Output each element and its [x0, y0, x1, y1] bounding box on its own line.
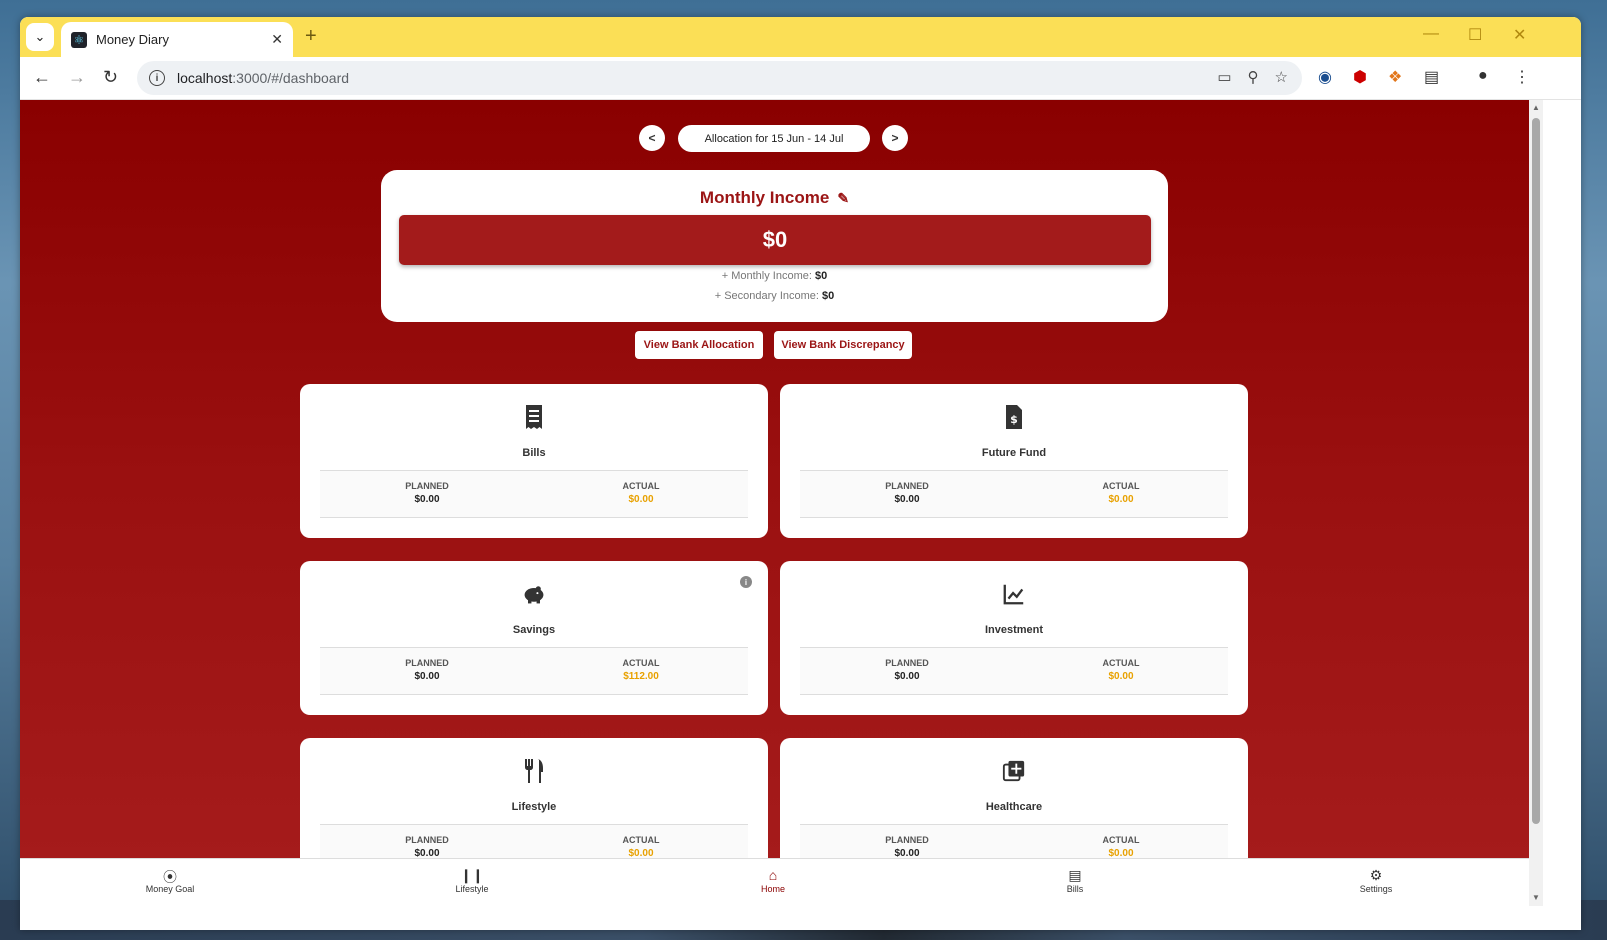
- planned-stat: PLANNED $0.00: [885, 835, 929, 858]
- zoom-icon[interactable]: ⚲: [1248, 68, 1259, 86]
- tab-search-button[interactable]: ⌄: [26, 23, 54, 51]
- category-name: Bills: [522, 447, 546, 459]
- income-title: Monthly Income ✎: [699, 188, 850, 207]
- browser-window: ⌄ ⚛ Money Diary ✕ + — ☐ ✕ ← → ↻ i localh…: [20, 17, 1581, 930]
- planned-stat: PLANNED $0.00: [885, 658, 929, 682]
- piggy-bank-icon: [300, 581, 768, 614]
- actual-stat: ACTUAL $0.00: [622, 835, 660, 858]
- svg-text:$: $: [1010, 413, 1018, 426]
- planned-stat: PLANNED $0.00: [405, 481, 449, 505]
- actual-stat: ACTUAL $112.00: [622, 658, 660, 682]
- scroll-down-icon[interactable]: ▼: [1532, 893, 1540, 902]
- react-favicon-icon: ⚛: [71, 31, 87, 48]
- close-icon[interactable]: ✕: [271, 31, 283, 48]
- category-card-lifestyle[interactable]: Lifestyle PLANNED $0.00 ACTUAL $0.00: [300, 738, 768, 858]
- category-card-bills[interactable]: Bills PLANNED $0.00 ACTUAL $0.00: [300, 384, 768, 538]
- monthly-income-line: + Monthly Income: $0: [721, 270, 828, 282]
- scroll-up-icon[interactable]: ▲: [1532, 103, 1540, 112]
- forward-arrow-icon[interactable]: →: [68, 67, 86, 88]
- reload-icon[interactable]: ↻: [103, 67, 118, 88]
- category-stats: PLANNED $0.00 ACTUAL $0.00: [800, 647, 1228, 695]
- category-stats: PLANNED $0.00 ACTUAL $0.00: [320, 824, 748, 858]
- planned-stat: PLANNED $0.00: [885, 481, 929, 505]
- actual-stat: ACTUAL $0.00: [1102, 481, 1140, 505]
- home-icon: ⌂: [768, 867, 778, 883]
- page-scrollbar[interactable]: ▲ ▼: [1529, 100, 1543, 906]
- url-text: localhost:3000/#/dashboard: [177, 70, 350, 86]
- view-bank-discrepancy-button[interactable]: View Bank Discrepancy: [774, 331, 912, 359]
- extensions-puzzle-icon[interactable]: ▤: [1424, 67, 1439, 87]
- period-label: Allocation for 15 Jun - 14 Jul: [678, 125, 870, 152]
- address-bar[interactable]: i localhost:3000/#/dashboard ▭ ⚲ ☆: [137, 61, 1302, 95]
- chart-line-icon: [780, 581, 1248, 614]
- category-name: Healthcare: [985, 801, 1043, 813]
- profile-avatar-icon[interactable]: ●: [1478, 67, 1488, 85]
- tab-title: Money Diary: [96, 32, 169, 47]
- dashboard-page: < Allocation for 15 Jun - 14 Jul > Month…: [20, 100, 1529, 858]
- grammarly-extension-icon[interactable]: ◉: [1318, 67, 1332, 87]
- omnibox-actions: ▭ ⚲ ☆: [1217, 68, 1288, 86]
- scroll-thumb[interactable]: [1532, 118, 1540, 824]
- category-card-investment[interactable]: Investment PLANNED $0.00 ACTUAL $0.00: [780, 561, 1248, 715]
- category-stats: PLANNED $0.00 ACTUAL $0.00: [320, 470, 748, 518]
- browser-toolbar: ← → ↻ i localhost:3000/#/dashboard ▭ ⚲ ☆…: [20, 57, 1581, 100]
- metamask-extension-icon[interactable]: ❖: [1388, 67, 1402, 87]
- minimize-icon[interactable]: —: [1423, 25, 1439, 43]
- install-app-icon[interactable]: ▭: [1217, 68, 1231, 86]
- nav-bills[interactable]: ▤ Bills: [1015, 867, 1135, 894]
- kebab-menu-icon[interactable]: ⋮: [1514, 67, 1530, 87]
- category-stats: PLANNED $0.00 ACTUAL $0.00: [800, 824, 1228, 858]
- tab-strip: ⌄ ⚛ Money Diary ✕ + — ☐ ✕: [20, 17, 1581, 57]
- site-info-icon[interactable]: i: [149, 70, 165, 86]
- monthly-income-card: Monthly Income ✎ $0 + Monthly Income: $0 …: [381, 170, 1168, 322]
- category-stats: PLANNED $0.00 ACTUAL $112.00: [320, 647, 748, 695]
- close-window-icon[interactable]: ✕: [1513, 25, 1526, 45]
- receipt-icon: [300, 404, 768, 437]
- nav-lifestyle[interactable]: ❙❙ Lifestyle: [412, 867, 532, 894]
- chevron-down-icon: ⌄: [34, 29, 46, 44]
- back-arrow-icon[interactable]: ←: [33, 67, 51, 88]
- planned-stat: PLANNED $0.00: [405, 835, 449, 858]
- file-invoice-dollar-icon: $: [780, 404, 1248, 437]
- medical-plus-icon: [780, 758, 1248, 791]
- category-card-healthcare[interactable]: Healthcare PLANNED $0.00 ACTUAL $0.00: [780, 738, 1248, 858]
- income-total: $0: [399, 215, 1151, 265]
- star-bookmark-icon[interactable]: ☆: [1275, 68, 1288, 86]
- category-card-savings[interactable]: i Savings PLANNED $0.00 ACTUAL $112.00: [300, 561, 768, 715]
- nav-settings[interactable]: ⚙ Settings: [1316, 867, 1436, 894]
- maximize-icon[interactable]: ☐: [1468, 25, 1482, 45]
- category-name: Lifestyle: [511, 801, 557, 813]
- secondary-income-line: + Secondary Income: $0: [714, 290, 835, 302]
- tab-money-diary[interactable]: ⚛ Money Diary ✕: [61, 22, 293, 57]
- category-name: Investment: [984, 624, 1044, 636]
- receipt-icon: ▤: [1068, 867, 1082, 883]
- actual-stat: ACTUAL $0.00: [1102, 658, 1140, 682]
- category-stats: PLANNED $0.00 ACTUAL $0.00: [800, 470, 1228, 518]
- category-name: Savings: [512, 624, 556, 636]
- edit-pencil-icon[interactable]: ✎: [837, 190, 849, 207]
- next-period-button[interactable]: >: [882, 125, 908, 151]
- utensils-icon: ❙❙: [460, 867, 484, 883]
- planned-stat: PLANNED $0.00: [405, 658, 449, 682]
- utensils-icon: [300, 758, 768, 791]
- bottom-navigation: ⦿ Money Goal ❙❙ Lifestyle ⌂ Home ▤ Bills…: [20, 858, 1529, 906]
- period-navigator: < Allocation for 15 Jun - 14 Jul >: [20, 125, 1529, 153]
- adblock-extension-icon[interactable]: ⬢: [1353, 67, 1367, 87]
- nav-money-goal[interactable]: ⦿ Money Goal: [110, 867, 230, 894]
- prev-period-button[interactable]: <: [639, 125, 665, 151]
- nav-home[interactable]: ⌂ Home: [713, 867, 833, 894]
- actual-stat: ACTUAL $0.00: [1102, 835, 1140, 858]
- actual-stat: ACTUAL $0.00: [622, 481, 660, 505]
- compass-icon: ⦿: [163, 869, 177, 885]
- category-name: Future Fund: [981, 447, 1047, 459]
- gear-icon: ⚙: [1369, 867, 1383, 883]
- category-card-future-fund[interactable]: $ Future Fund PLANNED $0.00 ACTUAL $0.00: [780, 384, 1248, 538]
- new-tab-button[interactable]: +: [305, 25, 317, 48]
- view-bank-allocation-button[interactable]: View Bank Allocation: [635, 331, 763, 359]
